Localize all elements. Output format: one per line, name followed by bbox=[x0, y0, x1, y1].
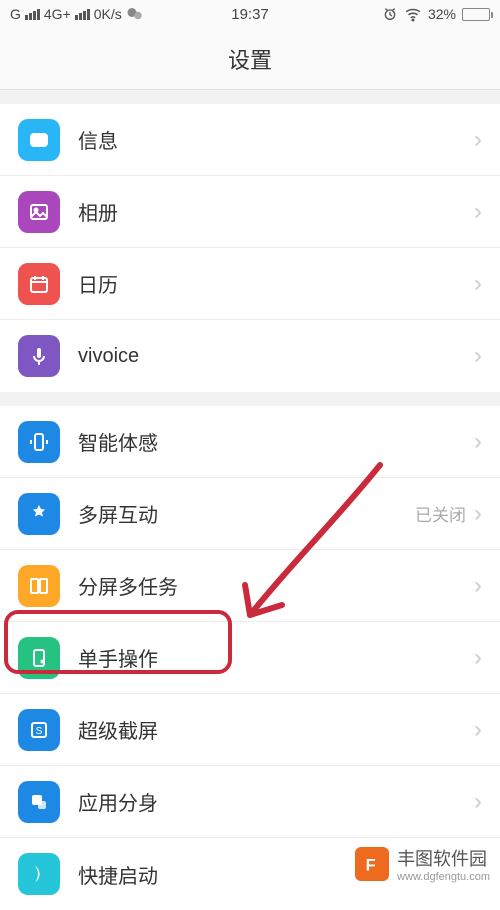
chevron-right-icon: › bbox=[474, 716, 482, 744]
network-type: 4G+ bbox=[44, 6, 71, 22]
item-smart-sense[interactable]: 智能体感 › bbox=[0, 406, 500, 478]
item-onehand[interactable]: 单手操作 › bbox=[0, 622, 500, 694]
item-label: 超级截屏 bbox=[78, 715, 474, 744]
status-bar: G 4G+ 0K/s 19:37 32% bbox=[0, 0, 500, 28]
watermark-title: 丰图软件园 bbox=[397, 849, 487, 869]
page-header: 设置 bbox=[0, 28, 500, 90]
item-label: 信息 bbox=[78, 125, 474, 154]
item-label: 分屏多任务 bbox=[78, 571, 474, 600]
smart-sense-icon bbox=[18, 421, 60, 463]
chevron-right-icon: › bbox=[474, 644, 482, 672]
chevron-right-icon: › bbox=[474, 198, 482, 226]
settings-group-1: 信息 › 相册 › 日历 › vivoice › bbox=[0, 104, 500, 392]
chevron-right-icon: › bbox=[474, 126, 482, 154]
status-time: 19:37 bbox=[231, 6, 269, 23]
item-label: 单手操作 bbox=[78, 643, 474, 672]
calendar-icon bbox=[18, 263, 60, 305]
watermark: F 丰图软件园 www.dgfengtu.com bbox=[345, 839, 500, 889]
watermark-url: www.dgfengtu.com bbox=[397, 871, 490, 883]
signal-icon bbox=[25, 9, 40, 20]
item-label: 应用分身 bbox=[78, 787, 474, 816]
signal-icon-2 bbox=[75, 9, 90, 20]
item-appclone[interactable]: 应用分身 › bbox=[0, 766, 500, 838]
chevron-right-icon: › bbox=[474, 270, 482, 298]
multiscreen-icon bbox=[18, 493, 60, 535]
item-screenshot[interactable]: S 超级截屏 › bbox=[0, 694, 500, 766]
item-value: 已关闭 bbox=[415, 501, 466, 526]
page-title: 设置 bbox=[228, 43, 272, 75]
status-left: G 4G+ 0K/s bbox=[10, 5, 144, 23]
chevron-right-icon: › bbox=[474, 428, 482, 456]
gallery-icon bbox=[18, 191, 60, 233]
item-label: 智能体感 bbox=[78, 427, 474, 456]
item-label: 日历 bbox=[78, 269, 474, 298]
item-label: vivoice bbox=[78, 345, 474, 368]
item-multiscreen[interactable]: 多屏互动 已关闭 › bbox=[0, 478, 500, 550]
section-gap bbox=[0, 392, 500, 406]
splitscreen-icon bbox=[18, 565, 60, 607]
battery-percent: 32% bbox=[428, 6, 456, 22]
item-messages[interactable]: 信息 › bbox=[0, 104, 500, 176]
item-vivoice[interactable]: vivoice › bbox=[0, 320, 500, 392]
battery-icon bbox=[462, 8, 490, 21]
appclone-icon bbox=[18, 781, 60, 823]
carrier-prefix: G bbox=[10, 6, 21, 22]
item-label: 多屏互动 bbox=[78, 499, 415, 528]
screenshot-icon: S bbox=[18, 709, 60, 751]
chevron-right-icon: › bbox=[474, 500, 482, 528]
net-speed: 0K/s bbox=[94, 6, 122, 22]
alarm-icon bbox=[382, 6, 398, 22]
voice-icon bbox=[18, 335, 60, 377]
message-icon bbox=[18, 119, 60, 161]
svg-text:F: F bbox=[366, 856, 376, 874]
item-calendar[interactable]: 日历 › bbox=[0, 248, 500, 320]
item-gallery[interactable]: 相册 › bbox=[0, 176, 500, 248]
wifi-icon bbox=[404, 5, 422, 23]
svg-text:S: S bbox=[36, 726, 43, 737]
chevron-right-icon: › bbox=[474, 788, 482, 816]
section-gap bbox=[0, 90, 500, 104]
item-splitscreen[interactable]: 分屏多任务 › bbox=[0, 550, 500, 622]
item-label: 相册 bbox=[78, 197, 474, 226]
onehand-icon bbox=[18, 637, 60, 679]
watermark-logo-icon: F bbox=[355, 847, 389, 881]
wechat-icon bbox=[126, 5, 144, 23]
settings-group-2: 智能体感 › 多屏互动 已关闭 › 分屏多任务 › 单手操作 › S 超级截屏 … bbox=[0, 406, 500, 910]
status-right: 32% bbox=[382, 5, 490, 23]
chevron-right-icon: › bbox=[474, 572, 482, 600]
chevron-right-icon: › bbox=[474, 342, 482, 370]
